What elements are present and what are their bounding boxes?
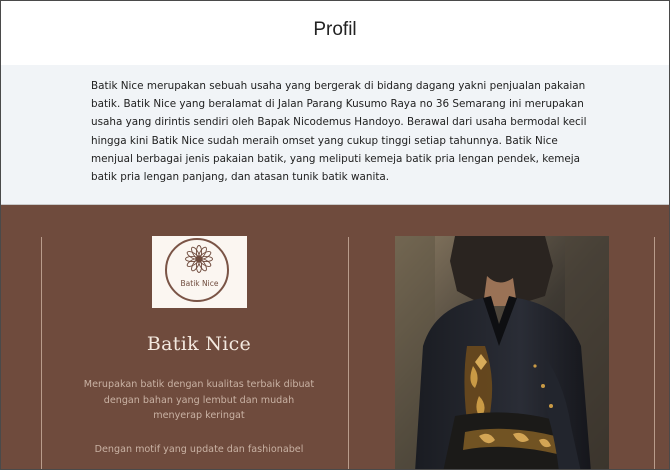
page-title: Profil xyxy=(313,19,357,40)
brand-name: Batik Nice xyxy=(146,333,252,355)
feature-section: Batik Nice Batik Nice Merupakan batik de… xyxy=(1,205,669,469)
brand-tagline: Dengan motif yang update dan fashionabel xyxy=(94,444,304,455)
brand-description: Merupakan batik dengan kualitas terbaik … xyxy=(83,379,315,421)
logo-text: Batik Nice xyxy=(180,279,219,288)
product-photo xyxy=(395,236,609,469)
intro-paragraph: Batik Nice merupakan sebuah usaha yang b… xyxy=(91,80,587,184)
brand-logo: Batik Nice xyxy=(152,236,247,308)
divider-line-right xyxy=(654,237,655,469)
flower-mandala-icon xyxy=(185,245,213,273)
man-in-batik-shirt-image xyxy=(395,236,609,469)
divider-line-middle xyxy=(348,237,349,469)
page-frame: Profil Batik Nice merupakan sebuah usaha… xyxy=(0,0,670,470)
intro-section: Batik Nice merupakan sebuah usaha yang b… xyxy=(1,65,669,205)
header: Profil xyxy=(1,1,669,65)
divider-line-left xyxy=(41,237,42,469)
